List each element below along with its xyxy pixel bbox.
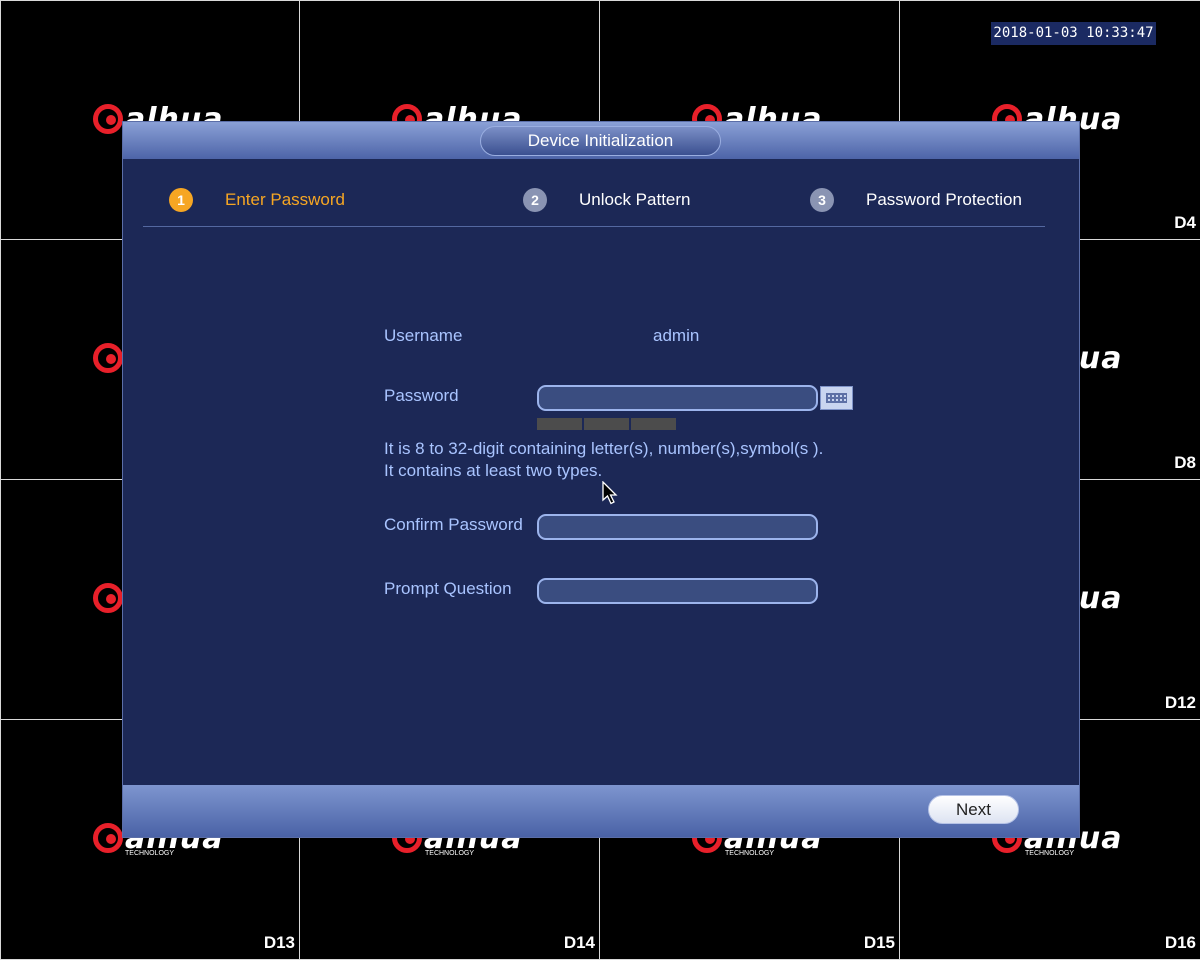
- device-initialization-dialog: Device Initialization 1 Enter Password 2…: [122, 121, 1080, 838]
- step-number: 1: [169, 188, 193, 212]
- username-label: Username: [384, 326, 463, 345]
- step-label: Unlock Pattern: [579, 190, 691, 209]
- confirm-password-label: Confirm Password: [384, 515, 523, 534]
- step-number: 2: [523, 188, 547, 212]
- logo-subtitle: TECHNOLOGY: [725, 850, 775, 857]
- step-number: 3: [810, 188, 834, 212]
- channel-label: D8: [1174, 453, 1196, 472]
- step-divider: [143, 226, 1045, 227]
- channel-label: D16: [1164, 933, 1196, 952]
- password-label: Password: [384, 386, 459, 405]
- channel-label: D14: [563, 933, 595, 952]
- prompt-question-label: Prompt Question: [384, 579, 512, 598]
- logo-subtitle: TECHNOLOGY: [425, 850, 475, 857]
- step-label: Enter Password: [225, 190, 345, 209]
- step-label: Password Protection: [866, 190, 1022, 209]
- channel-label: D15: [863, 933, 895, 952]
- dialog-footer: Next: [123, 785, 1079, 837]
- mouse-pointer-icon: [602, 481, 618, 505]
- password-strength-bar: [537, 418, 582, 430]
- channel-label: D13: [263, 933, 295, 952]
- dialog-header: Device Initialization: [123, 122, 1079, 159]
- logo-mark-icon: [93, 823, 123, 853]
- step-password-protection: 3 Password Protection: [810, 188, 1022, 212]
- channel-label: D12: [1164, 693, 1196, 712]
- logo-subtitle: TECHNOLOGY: [125, 850, 175, 857]
- logo-mark-icon: [93, 343, 123, 373]
- step-enter-password: 1 Enter Password: [169, 188, 345, 212]
- password-input[interactable]: [537, 385, 818, 411]
- channel-label: D4: [1174, 213, 1196, 232]
- keyboard-icon[interactable]: [820, 386, 853, 410]
- username-value: admin: [653, 326, 700, 345]
- next-button[interactable]: Next: [928, 795, 1019, 824]
- confirm-password-input[interactable]: [537, 514, 818, 540]
- timestamp: 2018-01-03 10:33:47: [991, 22, 1156, 45]
- password-strength-bar: [584, 418, 629, 430]
- logo-mark-icon: [93, 583, 123, 613]
- step-unlock-pattern: 2 Unlock Pattern: [523, 188, 691, 212]
- logo-subtitle: TECHNOLOGY: [1025, 850, 1075, 857]
- password-strength-bar: [631, 418, 676, 430]
- prompt-question-input[interactable]: [537, 578, 818, 604]
- logo-mark-icon: [93, 104, 123, 134]
- password-hint: It is 8 to 32-digit containing letter(s)…: [384, 439, 824, 480]
- dialog-title: Device Initialization: [480, 126, 721, 156]
